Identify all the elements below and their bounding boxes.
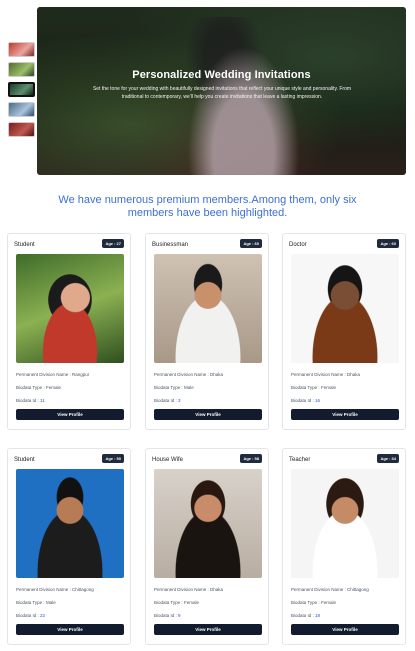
age-badge: Age : 27: [102, 239, 124, 248]
age-badge: Age : 50: [102, 454, 124, 463]
carousel-thumbnail-1[interactable]: [8, 42, 35, 57]
member-division: Permanent Division Name : Rangpur: [16, 372, 90, 377]
view-profile-button[interactable]: View Profile: [291, 409, 399, 420]
member-biodata-id: Biodata Id : 11: [16, 398, 45, 403]
member-biodata-id: Biodata Id : 9: [154, 613, 181, 618]
member-card: Doctor Age : 60 Permanent Division Name : …: [282, 233, 406, 430]
member-biodata-type: Biodata Type : Female: [154, 600, 199, 605]
member-division: Permanent Division Name : Chittagong: [16, 587, 94, 592]
member-biodata-id: Biodata Id : 18: [291, 613, 321, 618]
page: Personalized Wedding Invitations Set the…: [0, 0, 415, 651]
view-profile-button[interactable]: View Profile: [16, 409, 124, 420]
member-biodata-type: Biodata Type : Male: [16, 600, 56, 605]
member-biodata-id: Biodata Id : 3: [154, 398, 181, 403]
member-biodata-id: Biodata Id : 16: [291, 398, 321, 403]
member-occupation: Businessman: [152, 242, 189, 248]
carousel-thumbnail-2[interactable]: [8, 62, 35, 77]
member-photo: [154, 469, 262, 578]
member-card: House Wife Age : 58 Permanent Division Nam…: [145, 448, 269, 645]
member-biodata-id: Biodata Id : 22: [16, 613, 46, 618]
member-biodata-type: Biodata Type : Female: [16, 385, 61, 390]
view-profile-button[interactable]: View Profile: [154, 624, 262, 635]
member-photo: [154, 254, 262, 363]
members-headline: We have numerous premium members.Among t…: [58, 194, 357, 219]
member-photo: [291, 469, 399, 578]
view-profile-button[interactable]: View Profile: [154, 409, 262, 420]
age-badge: Age : 58: [240, 454, 262, 463]
member-photo: [16, 254, 124, 363]
carousel-thumbnail-5[interactable]: [8, 122, 35, 137]
member-division: Permanent Division Name : Dhaka: [154, 372, 224, 377]
hero-description: Set the tone for your wedding with beaut…: [92, 86, 352, 100]
member-biodata-type: Biodata Type : Male: [154, 385, 194, 390]
view-profile-button[interactable]: View Profile: [16, 624, 124, 635]
member-biodata-type: Biodata Type : Female: [291, 600, 336, 605]
carousel-thumbnail-4[interactable]: [8, 102, 35, 117]
member-card: Businessman Age : 60 Permanent Division Na…: [145, 233, 269, 430]
member-photo: [16, 469, 124, 578]
member-card: Student Age : 27 Permanent Division Name :…: [7, 233, 131, 430]
member-card: Student Age : 50 Permanent Division Name :…: [7, 448, 131, 645]
hero-title: Personalized Wedding Invitations: [132, 69, 311, 81]
member-division: Permanent Division Name : Dhaka: [154, 587, 224, 592]
member-occupation: Doctor: [289, 242, 307, 248]
member-occupation: Student: [14, 242, 35, 248]
member-division: Permanent Division Name : Dhaka: [291, 372, 361, 377]
age-badge: Age : 60: [377, 239, 399, 248]
member-occupation: House Wife: [152, 457, 184, 463]
view-profile-button[interactable]: View Profile: [291, 624, 399, 635]
member-division: Permanent Division Name : Chittagong: [291, 587, 369, 592]
member-biodata-type: Biodata Type : Female: [291, 385, 336, 390]
carousel-thumbnail-3[interactable]: [8, 82, 35, 97]
age-badge: Age : 60: [240, 239, 262, 248]
hero-banner: Personalized Wedding Invitations Set the…: [37, 7, 406, 175]
member-occupation: Teacher: [289, 457, 311, 463]
carousel-thumbnails: [8, 42, 35, 142]
age-badge: Age : 34: [377, 454, 399, 463]
member-occupation: Student: [14, 457, 35, 463]
member-card: Teacher Age : 34 Permanent Division Name :…: [282, 448, 406, 645]
member-photo: [291, 254, 399, 363]
